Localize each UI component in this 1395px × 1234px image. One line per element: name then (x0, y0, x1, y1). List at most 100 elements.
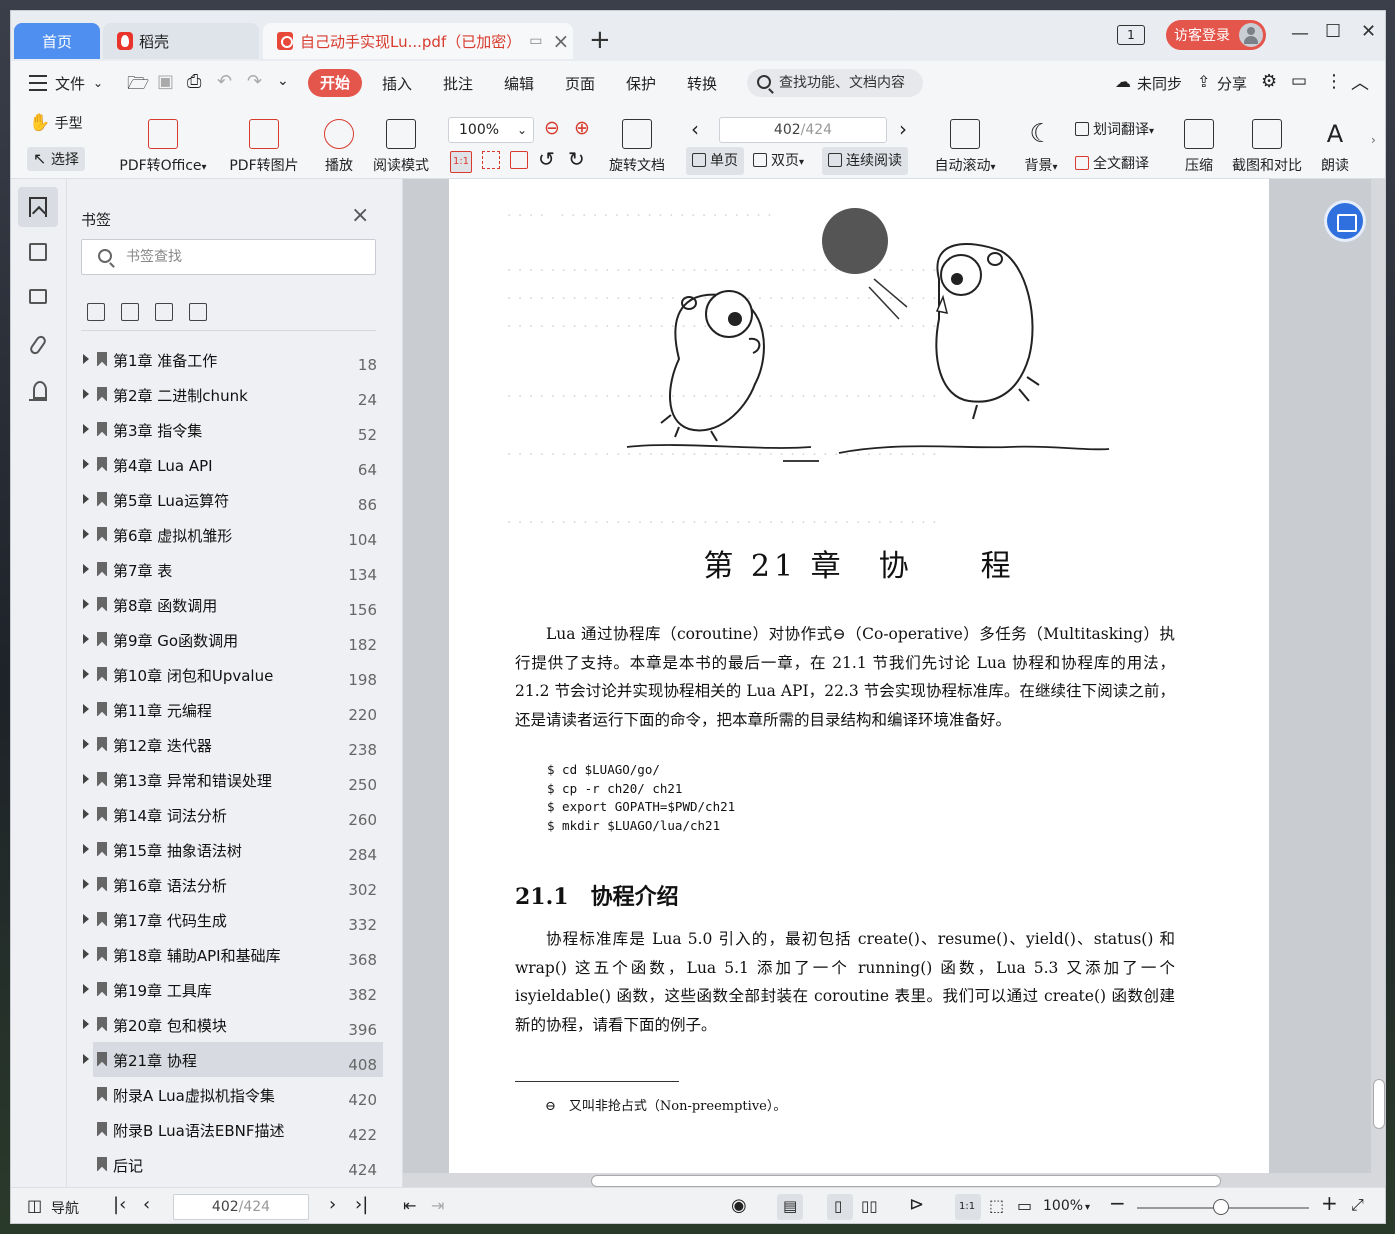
status-page-input[interactable]: 402/424 (173, 1194, 309, 1220)
zoom-out-icon[interactable]: − (1109, 1191, 1126, 1215)
close-panel-icon[interactable]: × (351, 205, 369, 227)
comments-rail-button[interactable] (18, 279, 58, 319)
share-button[interactable]: 分享 (1217, 73, 1247, 94)
menu-annotate[interactable]: 批注 (443, 73, 473, 94)
bookmark-item[interactable]: 第14章 词法分析 260 (67, 797, 393, 832)
tab-home[interactable]: 首页 (14, 23, 100, 59)
menu-page[interactable]: 页面 (565, 73, 595, 94)
hamburger-icon[interactable] (29, 75, 47, 91)
ribbon-scroll-right-icon[interactable]: › (1371, 133, 1376, 147)
expand-arrow-icon[interactable] (83, 1019, 89, 1029)
undo-icon[interactable]: ↶ (217, 71, 232, 92)
open-folder-icon[interactable]: 🗁 (127, 71, 149, 101)
save-icon[interactable]: ▣ (157, 71, 174, 92)
play-status-icon[interactable]: ⊳ (909, 1194, 924, 1215)
hand-tool[interactable]: ✋ 手型 (29, 113, 83, 133)
bookmark-item[interactable]: 后记 424 (67, 1147, 393, 1182)
fit-page-icon[interactable] (482, 151, 500, 169)
expand-arrow-icon[interactable] (83, 494, 89, 504)
expand-arrow-icon[interactable] (83, 1054, 89, 1064)
attachments-rail-button[interactable] (18, 325, 58, 365)
pdf-to-image-button[interactable]: PDF转图片 (227, 119, 301, 175)
nav-toggle[interactable]: 导航 (51, 1198, 79, 1218)
rotate-right-icon[interactable]: ↻ (568, 147, 585, 171)
floating-tool-button[interactable] (1327, 203, 1363, 239)
thumbnails-rail-button[interactable] (18, 233, 58, 273)
expand-arrow-icon[interactable] (83, 634, 89, 644)
continuous-read-button[interactable]: 连续阅读 (822, 147, 908, 175)
vertical-scroll-thumb[interactable] (1373, 1079, 1385, 1129)
maximize-icon[interactable]: ☐ (1325, 21, 1341, 42)
collapse-ribbon-icon[interactable]: ︿ (1351, 69, 1369, 95)
minimize-icon[interactable]: — (1291, 23, 1309, 44)
expand-arrow-icon[interactable] (83, 704, 89, 714)
bookmark-item[interactable]: 第20章 包和模块 396 (67, 1007, 393, 1042)
single-page-button[interactable]: 单页 (686, 147, 744, 175)
chevron-down-icon[interactable]: ▾ (1085, 1202, 1090, 1213)
status-zoom[interactable]: 100% (1043, 1198, 1083, 1214)
background-button[interactable]: ☾ 背景▾ (1021, 119, 1061, 175)
expand-arrow-icon[interactable] (83, 599, 89, 609)
menu-insert[interactable]: 插入 (382, 73, 412, 94)
first-page-icon[interactable]: |‹ (113, 1194, 126, 1215)
bookmark-item[interactable]: 第12章 迭代器 238 (67, 727, 393, 762)
feedback-icon[interactable]: ▭ (1291, 71, 1307, 91)
zoom-slider-knob[interactable] (1213, 1199, 1229, 1215)
page-number-input[interactable]: 402/424 (719, 117, 887, 143)
bookmark-item[interactable]: 第6章 虚拟机雏形 104 (67, 517, 393, 552)
fit-width-status-icon[interactable]: ⬚ (989, 1196, 1004, 1215)
bookmark-item[interactable]: 第5章 Lua运算符 86 (67, 482, 393, 517)
expand-arrow-icon[interactable] (83, 459, 89, 469)
fit-width-icon[interactable] (510, 151, 528, 169)
bookmark-item[interactable]: 第2章 二进制chunk 24 (67, 377, 393, 412)
delete-bookmark-icon[interactable] (189, 303, 207, 321)
sync-status[interactable]: 未同步 (1137, 73, 1182, 94)
expand-arrow-icon[interactable] (83, 739, 89, 749)
bookmarks-rail-button[interactable] (18, 187, 58, 227)
double-page-button[interactable]: 双页▾ (747, 147, 810, 175)
print-icon[interactable]: ⎙ (187, 71, 201, 92)
expand-arrow-icon[interactable] (83, 984, 89, 994)
read-mode-button[interactable]: 阅读模式 (369, 119, 433, 175)
compress-button[interactable]: 压缩 (1183, 119, 1215, 175)
new-tab-icon[interactable]: + (589, 27, 611, 53)
auto-scroll-button[interactable]: 自动滚动▾ (929, 119, 1001, 175)
document-viewport[interactable]: · · · · · · · · · · · · · · · · · · · · … (403, 179, 1385, 1187)
eye-protect-icon[interactable]: ◉ (731, 1195, 747, 1216)
bookmark-search-input[interactable]: 书签查找 (81, 239, 376, 275)
expand-arrow-icon[interactable] (83, 774, 89, 784)
bookmark-item[interactable]: 第1章 准备工作 18 (67, 342, 393, 377)
expand-arrow-icon[interactable] (83, 529, 89, 539)
expand-all-icon[interactable] (87, 303, 105, 321)
menu-file[interactable]: 文件 (55, 73, 85, 94)
bookmark-item[interactable]: 第10章 闭包和Upvalue 198 (67, 657, 393, 692)
more-menu-icon[interactable]: ⋮ (1325, 71, 1343, 92)
menu-edit[interactable]: 编辑 (504, 73, 534, 94)
expand-arrow-icon[interactable] (83, 669, 89, 679)
menu-convert[interactable]: 转换 (687, 73, 717, 94)
window-mode-icon[interactable]: ▭ (529, 33, 542, 49)
feature-search[interactable]: 查找功能、文档内容 (747, 69, 923, 97)
zoom-in-icon[interactable]: ⊕ (574, 117, 590, 139)
bookmark-item[interactable]: 第19章 工具库 382 (67, 972, 393, 1007)
zoom-select[interactable]: 100% ⌄ (448, 117, 534, 143)
next-page-icon[interactable]: › (899, 117, 907, 141)
read-aloud-button[interactable]: A 朗读 (1317, 119, 1353, 175)
prev-page-icon[interactable]: ‹ (143, 1194, 150, 1215)
vertical-scrollbar[interactable] (1371, 179, 1385, 1187)
close-tab-icon[interactable]: × (552, 31, 569, 51)
bookmark-item[interactable]: 第18章 辅助API和基础库 368 (67, 937, 393, 972)
play-button[interactable]: 播放 (321, 119, 357, 175)
expand-arrow-icon[interactable] (83, 424, 89, 434)
bookmark-item[interactable]: 附录B Lua语法EBNF描述 422 (67, 1112, 393, 1147)
rotate-document-button[interactable]: 旋转文档 (605, 119, 669, 175)
bookmark-item[interactable]: 附录A Lua虚拟机指令集 420 (67, 1077, 393, 1112)
bookmark-item[interactable]: 第13章 异常和错误处理 250 (67, 762, 393, 797)
signature-rail-button[interactable] (18, 371, 58, 411)
page-badge[interactable]: 1 (1117, 25, 1145, 45)
last-page-icon[interactable]: ›| (355, 1194, 368, 1215)
expand-arrow-icon[interactable] (83, 914, 89, 924)
expand-arrow-icon[interactable] (83, 389, 89, 399)
chevron-down-icon[interactable]: ⌄ (93, 76, 103, 90)
menu-start[interactable]: 开始 (308, 69, 362, 97)
